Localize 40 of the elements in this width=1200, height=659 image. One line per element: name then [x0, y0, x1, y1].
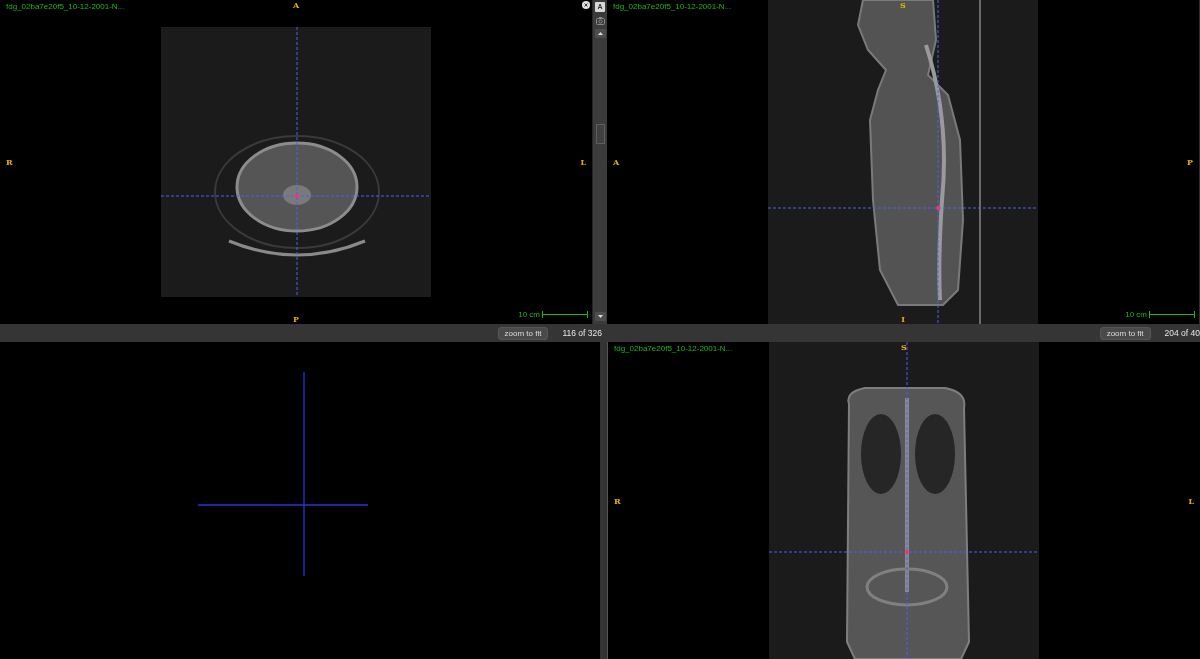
scroll-thumb[interactable]: [595, 124, 605, 144]
orientation-label: P: [1187, 157, 1193, 167]
orientation-label: L: [1188, 495, 1194, 506]
crosshair-horizontal-line[interactable]: [768, 207, 1038, 209]
center-dot-icon: [936, 206, 940, 210]
caret-up-icon: [597, 32, 603, 35]
scale-label: 10 cm: [1125, 310, 1147, 319]
crosshair-horizontal-line[interactable]: [161, 195, 431, 197]
orientation-label: I: [901, 314, 905, 324]
zoom-to-fit-button[interactable]: zoom to fit: [497, 326, 549, 340]
zoom-to-fit-button[interactable]: zoom to fit: [1099, 326, 1151, 340]
viewport[interactable]: fdg_02ba7e20f5_10-12-2001-N... A R L P 10 cm: [0, 0, 592, 324]
scroll-up-button[interactable]: [594, 29, 606, 38]
center-dot-icon: [905, 550, 909, 554]
crosshair-vertical-line[interactable]: [906, 342, 908, 659]
orientation-label: R: [6, 157, 13, 167]
close-icon[interactable]: [582, 1, 590, 9]
viewport[interactable]: fdg_02ba7e20f5_10-12-2001-N... S A P I 10 cm: [607, 0, 1199, 324]
series-title: fdg_02ba7e20f5_10-12-2001-N...: [613, 2, 732, 11]
scale-label: 10 cm: [518, 310, 540, 319]
scale-bar: [542, 311, 588, 318]
orientation-label: R: [614, 495, 621, 506]
orientation-label: A: [292, 0, 300, 10]
crosshair-vertical-line[interactable]: [937, 0, 939, 324]
orientation-label: A: [613, 157, 620, 167]
orientation-label: S: [900, 0, 906, 10]
crosshair-vertical-line[interactable]: [296, 27, 298, 297]
viewport[interactable]: fdg_02ba7e20f5_10-12-2001-N... S R L: [608, 342, 1200, 659]
orientation-label: L: [580, 157, 586, 167]
series-title: fdg_02ba7e20f5_10-12-2001-N...: [6, 2, 125, 11]
orientation-label: P: [293, 314, 299, 324]
slice-counter: 204 of 40: [1164, 328, 1200, 338]
orientation-label: S: [901, 342, 907, 352]
series-title: fdg_02ba7e20f5_10-12-2001-N...: [614, 344, 733, 353]
slice-counter: 116 of 326: [562, 328, 602, 338]
center-dot-icon: [295, 194, 299, 198]
scroll-down-button[interactable]: [594, 312, 606, 321]
scale-bar: [1149, 311, 1195, 318]
crosshair-horizontal-line[interactable]: [769, 551, 1039, 553]
caret-down-icon: [597, 315, 603, 318]
